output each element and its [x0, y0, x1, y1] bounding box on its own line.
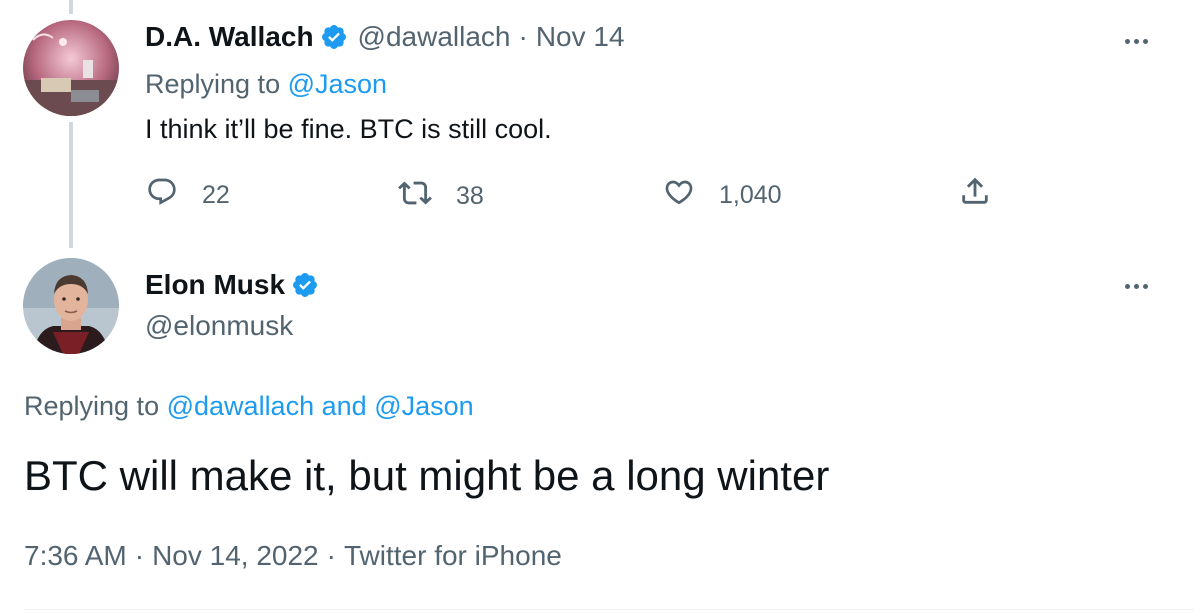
reply-count: 22 — [202, 181, 230, 209]
main-replying-to: Replying to @dawallach and @Jason — [24, 391, 474, 422]
mention-link-jason[interactable]: @Jason — [288, 69, 387, 99]
verified-badge-icon — [291, 271, 319, 299]
replying-prefix: Replying to — [24, 391, 160, 421]
share-icon — [958, 174, 992, 215]
tweet-source[interactable]: Twitter for iPhone — [344, 540, 562, 571]
main-author-row: Elon Musk — [145, 269, 329, 301]
reply-display-name[interactable]: D.A. Wallach — [145, 21, 314, 53]
thread-line-connector — [69, 122, 73, 248]
retweet-action[interactable]: 38 — [398, 176, 484, 217]
mention-and: and — [321, 391, 367, 421]
main-handle[interactable]: @elonmusk — [145, 310, 293, 342]
meta-separator: · — [326, 540, 336, 571]
like-icon — [663, 176, 695, 215]
more-icon[interactable] — [1125, 39, 1148, 44]
reply-action[interactable]: 22 — [146, 176, 230, 215]
reply-tweet-text: I think it’ll be fine. BTC is still cool… — [145, 114, 552, 144]
main-tweet-text: BTC will make it, but might be a long wi… — [24, 452, 830, 499]
reply-author-row: D.A. Wallach @dawallach · Nov 14 — [145, 21, 625, 53]
retweet-icon — [398, 176, 432, 217]
verified-badge-icon — [320, 23, 348, 51]
divider — [24, 609, 1194, 610]
reply-icon — [146, 176, 178, 215]
mention-link-dawallach[interactable]: @dawallach — [167, 391, 315, 421]
share-action[interactable] — [958, 174, 992, 215]
elonmusk-avatar[interactable] — [23, 258, 119, 354]
mention-link-jason[interactable]: @Jason — [374, 391, 473, 421]
replying-prefix: Replying to — [145, 69, 281, 99]
dawallach-avatar[interactable] — [23, 20, 119, 116]
thread-line-top — [69, 0, 73, 14]
reply-dot-separator: · — [518, 21, 528, 52]
main-display-name[interactable]: Elon Musk — [145, 269, 285, 301]
reply-replying-to: Replying to @Jason — [145, 69, 387, 100]
tweet-meta: 7:36 AM · Nov 14, 2022 · Twitter for iPhone — [24, 540, 562, 572]
like-count: 1,040 — [719, 181, 782, 209]
reply-handle[interactable]: @dawallach — [358, 21, 511, 53]
reply-date[interactable]: Nov 14 — [536, 21, 625, 53]
like-action[interactable]: 1,040 — [663, 176, 782, 215]
meta-separator: · — [134, 540, 145, 571]
tweet-time[interactable]: 7:36 AM — [24, 540, 127, 571]
more-icon[interactable] — [1125, 284, 1148, 289]
tweet-date[interactable]: Nov 14, 2022 — [152, 540, 319, 571]
retweet-count: 38 — [456, 182, 484, 210]
